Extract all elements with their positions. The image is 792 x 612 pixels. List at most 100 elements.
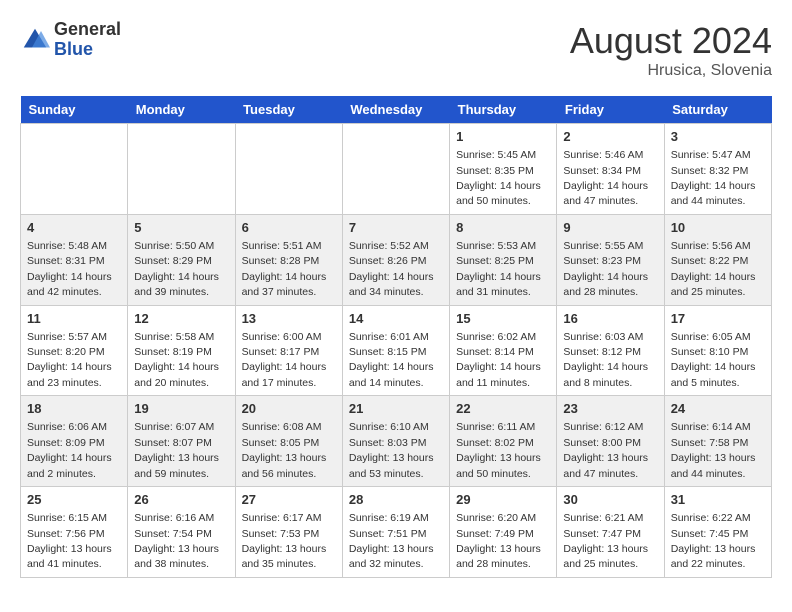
location-subtitle: Hrusica, Slovenia <box>570 62 772 80</box>
calendar-cell <box>235 124 342 215</box>
weekday-header-row: SundayMondayTuesdayWednesdayThursdayFrid… <box>21 96 772 124</box>
weekday-header: Sunday <box>21 96 128 124</box>
day-number: 28 <box>349 491 443 509</box>
day-info: Sunrise: 5:51 AM Sunset: 8:28 PM Dayligh… <box>242 240 327 298</box>
calendar-cell <box>128 124 235 215</box>
calendar-cell: 24 Sunrise: 6:14 AM Sunset: 7:58 PM Dayli… <box>664 396 771 487</box>
calendar-week-row: 4 Sunrise: 5:48 AM Sunset: 8:31 PM Daylig… <box>21 214 772 305</box>
day-number: 6 <box>242 219 336 237</box>
calendar-cell <box>21 124 128 215</box>
day-info: Sunrise: 6:06 AM Sunset: 8:09 PM Dayligh… <box>27 421 112 479</box>
day-number: 3 <box>671 128 765 146</box>
day-number: 31 <box>671 491 765 509</box>
day-number: 29 <box>456 491 550 509</box>
logo-text: General Blue <box>54 20 121 60</box>
day-info: Sunrise: 6:11 AM Sunset: 8:02 PM Dayligh… <box>456 421 541 479</box>
calendar-cell: 4 Sunrise: 5:48 AM Sunset: 8:31 PM Daylig… <box>21 214 128 305</box>
day-info: Sunrise: 5:50 AM Sunset: 8:29 PM Dayligh… <box>134 240 219 298</box>
day-number: 27 <box>242 491 336 509</box>
day-number: 21 <box>349 400 443 418</box>
calendar-cell: 13 Sunrise: 6:00 AM Sunset: 8:17 PM Dayli… <box>235 305 342 396</box>
day-number: 4 <box>27 219 121 237</box>
calendar-cell: 22Sunrise: 6:11 AM Sunset: 8:02 PM Dayli… <box>450 396 557 487</box>
day-info: Sunrise: 6:16 AM Sunset: 7:54 PM Dayligh… <box>134 512 219 570</box>
calendar-cell: 17 Sunrise: 6:05 AM Sunset: 8:10 PM Dayli… <box>664 305 771 396</box>
day-number: 19 <box>134 400 228 418</box>
day-number: 9 <box>563 219 657 237</box>
calendar-cell: 18Sunrise: 6:06 AM Sunset: 8:09 PM Dayli… <box>21 396 128 487</box>
day-info: Sunrise: 6:22 AM Sunset: 7:45 PM Dayligh… <box>671 512 756 570</box>
calendar-cell: 25 Sunrise: 6:15 AM Sunset: 7:56 PM Dayli… <box>21 487 128 578</box>
day-number: 24 <box>671 400 765 418</box>
day-number: 17 <box>671 310 765 328</box>
calendar-cell: 26 Sunrise: 6:16 AM Sunset: 7:54 PM Dayli… <box>128 487 235 578</box>
day-number: 16 <box>563 310 657 328</box>
day-info: Sunrise: 6:00 AM Sunset: 8:17 PM Dayligh… <box>242 331 327 389</box>
day-info: Sunrise: 5:53 AM Sunset: 8:25 PM Dayligh… <box>456 240 541 298</box>
calendar-table: SundayMondayTuesdayWednesdayThursdayFrid… <box>20 96 772 578</box>
day-info: Sunrise: 6:10 AM Sunset: 8:03 PM Dayligh… <box>349 421 434 479</box>
calendar-cell: 7 Sunrise: 5:52 AM Sunset: 8:26 PM Daylig… <box>342 214 449 305</box>
calendar-cell: 19Sunrise: 6:07 AM Sunset: 8:07 PM Dayli… <box>128 396 235 487</box>
day-info: Sunrise: 5:52 AM Sunset: 8:26 PM Dayligh… <box>349 240 434 298</box>
weekday-header: Friday <box>557 96 664 124</box>
calendar-cell: 12Sunrise: 5:58 AM Sunset: 8:19 PM Dayli… <box>128 305 235 396</box>
calendar-week-row: 18Sunrise: 6:06 AM Sunset: 8:09 PM Dayli… <box>21 396 772 487</box>
day-info: Sunrise: 5:48 AM Sunset: 8:31 PM Dayligh… <box>27 240 112 298</box>
day-number: 26 <box>134 491 228 509</box>
weekday-header: Saturday <box>664 96 771 124</box>
calendar-cell <box>342 124 449 215</box>
day-info: Sunrise: 5:57 AM Sunset: 8:20 PM Dayligh… <box>27 331 112 389</box>
calendar-cell: 15 Sunrise: 6:02 AM Sunset: 8:14 PM Dayli… <box>450 305 557 396</box>
day-info: Sunrise: 6:14 AM Sunset: 7:58 PM Dayligh… <box>671 421 756 479</box>
month-title: August 2024 <box>570 20 772 62</box>
day-number: 15 <box>456 310 550 328</box>
title-area: August 2024 Hrusica, Slovenia <box>570 20 772 80</box>
day-number: 2 <box>563 128 657 146</box>
calendar-cell: 20 Sunrise: 6:08 AM Sunset: 8:05 PM Dayli… <box>235 396 342 487</box>
calendar-cell: 14Sunrise: 6:01 AM Sunset: 8:15 PM Dayli… <box>342 305 449 396</box>
day-info: Sunrise: 6:05 AM Sunset: 8:10 PM Dayligh… <box>671 331 756 389</box>
day-info: Sunrise: 5:55 AM Sunset: 8:23 PM Dayligh… <box>563 240 648 298</box>
weekday-header: Wednesday <box>342 96 449 124</box>
day-number: 10 <box>671 219 765 237</box>
logo: General Blue <box>20 20 121 60</box>
calendar-week-row: 1Sunrise: 5:45 AM Sunset: 8:35 PM Daylig… <box>21 124 772 215</box>
day-info: Sunrise: 6:21 AM Sunset: 7:47 PM Dayligh… <box>563 512 648 570</box>
calendar-cell: 21 Sunrise: 6:10 AM Sunset: 8:03 PM Dayli… <box>342 396 449 487</box>
day-number: 7 <box>349 219 443 237</box>
day-info: Sunrise: 5:46 AM Sunset: 8:34 PM Dayligh… <box>563 149 648 207</box>
calendar-cell: 5 Sunrise: 5:50 AM Sunset: 8:29 PM Daylig… <box>128 214 235 305</box>
calendar-cell: 29 Sunrise: 6:20 AM Sunset: 7:49 PM Dayli… <box>450 487 557 578</box>
day-info: Sunrise: 6:08 AM Sunset: 8:05 PM Dayligh… <box>242 421 327 479</box>
day-number: 25 <box>27 491 121 509</box>
day-info: Sunrise: 6:17 AM Sunset: 7:53 PM Dayligh… <box>242 512 327 570</box>
day-info: Sunrise: 6:12 AM Sunset: 8:00 PM Dayligh… <box>563 421 648 479</box>
day-number: 20 <box>242 400 336 418</box>
day-info: Sunrise: 6:01 AM Sunset: 8:15 PM Dayligh… <box>349 331 434 389</box>
calendar-cell: 6 Sunrise: 5:51 AM Sunset: 8:28 PM Daylig… <box>235 214 342 305</box>
calendar-cell: 28 Sunrise: 6:19 AM Sunset: 7:51 PM Dayli… <box>342 487 449 578</box>
day-info: Sunrise: 5:58 AM Sunset: 8:19 PM Dayligh… <box>134 331 219 389</box>
day-info: Sunrise: 5:56 AM Sunset: 8:22 PM Dayligh… <box>671 240 756 298</box>
page-header: General Blue August 2024 Hrusica, Sloven… <box>20 20 772 80</box>
weekday-header: Thursday <box>450 96 557 124</box>
calendar-cell: 31 Sunrise: 6:22 AM Sunset: 7:45 PM Dayli… <box>664 487 771 578</box>
calendar-cell: 2 Sunrise: 5:46 AM Sunset: 8:34 PM Daylig… <box>557 124 664 215</box>
day-number: 8 <box>456 219 550 237</box>
logo-icon <box>20 25 50 55</box>
day-info: Sunrise: 5:45 AM Sunset: 8:35 PM Dayligh… <box>456 149 541 207</box>
day-info: Sunrise: 6:15 AM Sunset: 7:56 PM Dayligh… <box>27 512 112 570</box>
calendar-cell: 27 Sunrise: 6:17 AM Sunset: 7:53 PM Dayli… <box>235 487 342 578</box>
day-info: Sunrise: 6:20 AM Sunset: 7:49 PM Dayligh… <box>456 512 541 570</box>
weekday-header: Monday <box>128 96 235 124</box>
day-number: 13 <box>242 310 336 328</box>
day-number: 5 <box>134 219 228 237</box>
day-info: Sunrise: 6:02 AM Sunset: 8:14 PM Dayligh… <box>456 331 541 389</box>
calendar-week-row: 11Sunrise: 5:57 AM Sunset: 8:20 PM Dayli… <box>21 305 772 396</box>
calendar-cell: 23Sunrise: 6:12 AM Sunset: 8:00 PM Dayli… <box>557 396 664 487</box>
calendar-cell: 16Sunrise: 6:03 AM Sunset: 8:12 PM Dayli… <box>557 305 664 396</box>
day-info: Sunrise: 6:19 AM Sunset: 7:51 PM Dayligh… <box>349 512 434 570</box>
calendar-cell: 10 Sunrise: 5:56 AM Sunset: 8:22 PM Dayli… <box>664 214 771 305</box>
calendar-cell: 1Sunrise: 5:45 AM Sunset: 8:35 PM Daylig… <box>450 124 557 215</box>
